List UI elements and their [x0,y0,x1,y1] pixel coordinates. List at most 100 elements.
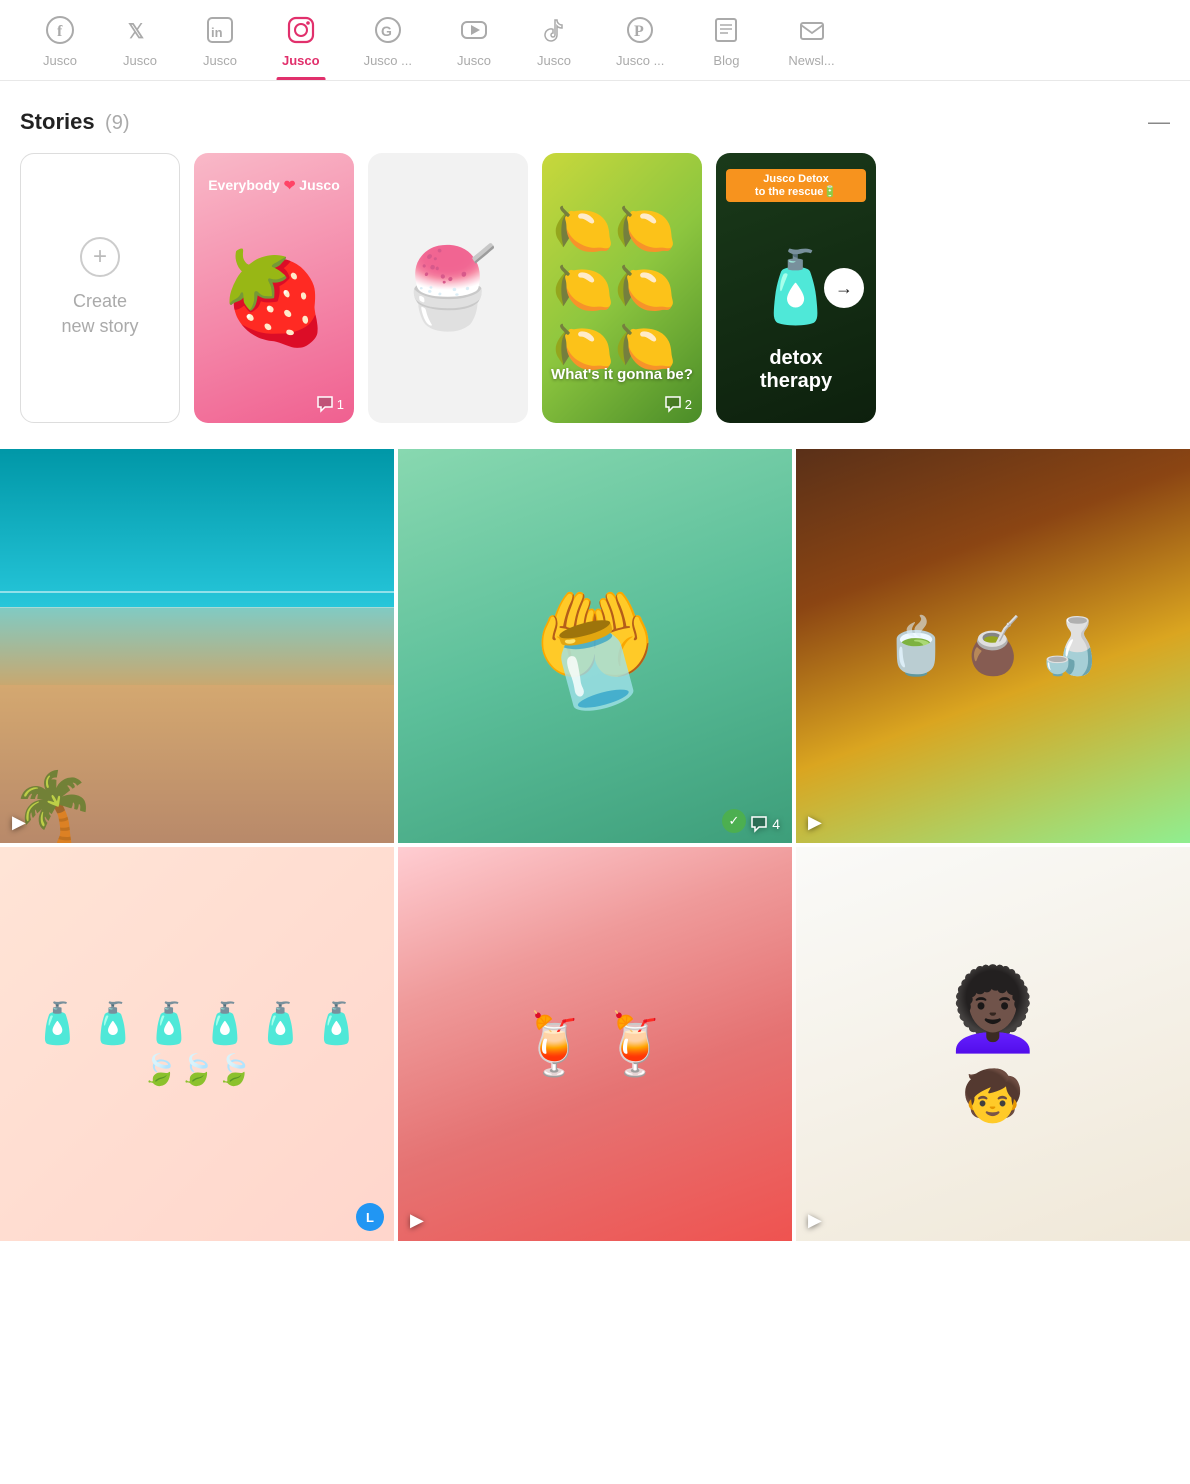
bottles-container: 🧴 🧴 🧴 🧴 🧴 🧴 🍃🍃🍃 [0,980,394,1108]
wave-1 [0,591,394,593]
bottle-comment-count: 4 [772,816,780,832]
juice-b6: 🧴 [312,1000,362,1047]
red-drink-1: 🍹 [517,1009,592,1080]
tab-newsletter-label: Newsl... [788,53,834,68]
sand-bottom: 🌴 [0,685,394,843]
tab-blog-label: Blog [713,53,739,68]
story-card-strawberry[interactable]: Everybody ❤ Jusco 🍓 1 [194,153,354,423]
facebook-icon: f [46,16,74,48]
juice-b4: 🧴 [200,1000,250,1047]
tab-pinterest[interactable]: P Jusco ... [594,0,686,80]
post-beach[interactable]: 🌴 ▶ [0,449,394,843]
bottle-overlay: 🫙 [398,449,792,843]
svg-text:in: in [211,25,223,40]
instagram-icon [287,16,315,48]
red-drinks-bg: 🍹 🍹 [398,847,792,1241]
create-story-card[interactable]: + Create new story [20,153,180,423]
stories-section: Stories (9) — + Create new story Everybo… [0,81,1190,449]
smoothies-bg: 🍵 🧉 🍶 [796,449,1190,843]
stories-title-group: Stories (9) [20,109,130,135]
newsletter-icon [798,16,826,48]
google-icon: G [374,16,402,48]
family-content: 👩🏿‍🦱 🧒 [943,847,1043,1241]
wave-2 [0,607,394,609]
beach-play-icon: ▶ [12,812,26,833]
platform-nav: f Jusco 𝕏 Jusco in Jusco [0,0,1190,81]
tab-twitter[interactable]: 𝕏 Jusco [100,0,180,80]
strawberry-comment-badge: 1 [316,395,344,413]
pinterest-icon: P [626,16,654,48]
svg-text:f: f [57,23,63,40]
tab-newsletter[interactable]: Newsl... [766,0,856,80]
story-card-detox[interactable]: Jusco Detox to the rescue🔋 🧴 detoxtherap… [716,153,876,423]
blog-icon [712,16,740,48]
juice-bottles-bg: 🧴 🧴 🧴 🧴 🧴 🧴 🍃🍃🍃 [0,847,394,1241]
post-smoothies[interactable]: 🍵 🧉 🍶 ▶ [796,449,1190,843]
blueberry-bg: 🍧 [368,153,528,423]
lemon-emojis: 🍋🍋🍋🍋🍋🍋 [542,190,702,387]
smoothie-1: 🍵 [882,614,950,679]
whats-gonna-text: What's it gonna be? [542,366,702,383]
stories-count: (9) [105,112,129,134]
create-icon: + [80,237,120,277]
story-card-lemon[interactable]: 🍋🍋🍋🍋🍋🍋 What's it gonna be? 2 [542,153,702,423]
lemon-bg: 🍋🍋🍋🍋🍋🍋 What's it gonna be? [542,153,702,423]
post-bottle[interactable]: 🤲 🫙 ✓ 4 [398,449,792,843]
tab-facebook-label: Jusco [43,53,77,68]
ocean-top [0,449,394,607]
create-story-label: Create new story [61,289,138,339]
detox-text-overlay: detoxtherapy [716,347,876,393]
posts-grid: 🌴 ▶ 🤲 🫙 ✓ 4 🍵 🧉 🍶 ▶ [0,449,1190,1245]
post-family[interactable]: 👩🏿‍🦱 🧒 ▶ [796,847,1190,1241]
tab-linkedin[interactable]: in Jusco [180,0,260,80]
tab-google-label: Jusco ... [364,53,412,68]
linkedin-icon: in [206,16,234,48]
youtube-icon [460,16,488,48]
juice-b3: 🧴 [144,1000,194,1047]
juice-b5: 🧴 [256,1000,306,1047]
tab-pinterest-label: Jusco ... [616,53,664,68]
tab-instagram[interactable]: Jusco [260,0,342,80]
shoreline [0,607,394,686]
bottle-check-badge: ✓ [722,809,746,833]
tab-youtube-label: Jusco [457,53,491,68]
tab-linkedin-label: Jusco [203,53,237,68]
detox-badge: Jusco Detox to the rescue🔋 [726,169,866,202]
juice-label-badge: L [356,1203,384,1231]
bottle-comment-badge: 4 [750,815,780,833]
tab-facebook[interactable]: f Jusco [20,0,100,80]
smoothie-3: 🍶 [1035,614,1103,679]
strawberry-emoji: 🍓 [218,246,330,351]
post-red-drinks[interactable]: 🍹 🍹 ▶ [398,847,792,1241]
red-drinks-play-icon: ▶ [410,1210,424,1231]
svg-text:G: G [381,23,392,39]
stories-collapse-button[interactable]: — [1148,109,1170,135]
beach-bg: 🌴 [0,449,394,843]
strawberry-comment-count: 1 [337,397,344,412]
tab-youtube[interactable]: Jusco [434,0,514,80]
nav-tabs-container: f Jusco 𝕏 Jusco in Jusco [0,0,1190,81]
stories-title: Stories [20,109,95,134]
svg-text:𝕏: 𝕏 [128,21,144,43]
tab-tiktok[interactable]: Jusco [514,0,594,80]
svg-text:P: P [634,23,644,40]
smoothie-2: 🧉 [959,614,1027,679]
bottle-bg: 🤲 🫙 [398,449,792,843]
tab-google[interactable]: G Jusco ... [342,0,434,80]
detox-arrow[interactable]: → [824,268,864,308]
post-juice-bottles[interactable]: 🧴 🧴 🧴 🧴 🧴 🧴 🍃🍃🍃 L [0,847,394,1241]
smoothies-play-icon: ▶ [808,812,822,833]
juice-b2: 🧴 [88,1000,138,1047]
juice-b1: 🧴 [33,1000,83,1047]
lemon-comment-badge: 2 [664,395,692,413]
tiktok-icon [540,16,568,48]
family-emoji-2: 🧒 [962,1067,1024,1126]
tab-twitter-label: Jusco [123,53,157,68]
story-card-blueberry[interactable]: 🍧 [368,153,528,423]
tab-instagram-label: Jusco [282,53,320,68]
stories-strip: + Create new story Everybody ❤ Jusco 🍓 1… [20,153,1170,429]
leaves: 🍃🍃🍃 [141,1053,253,1088]
twitter-icon: 𝕏 [126,16,154,48]
tab-blog[interactable]: Blog [686,0,766,80]
family-play-icon: ▶ [808,1210,822,1231]
